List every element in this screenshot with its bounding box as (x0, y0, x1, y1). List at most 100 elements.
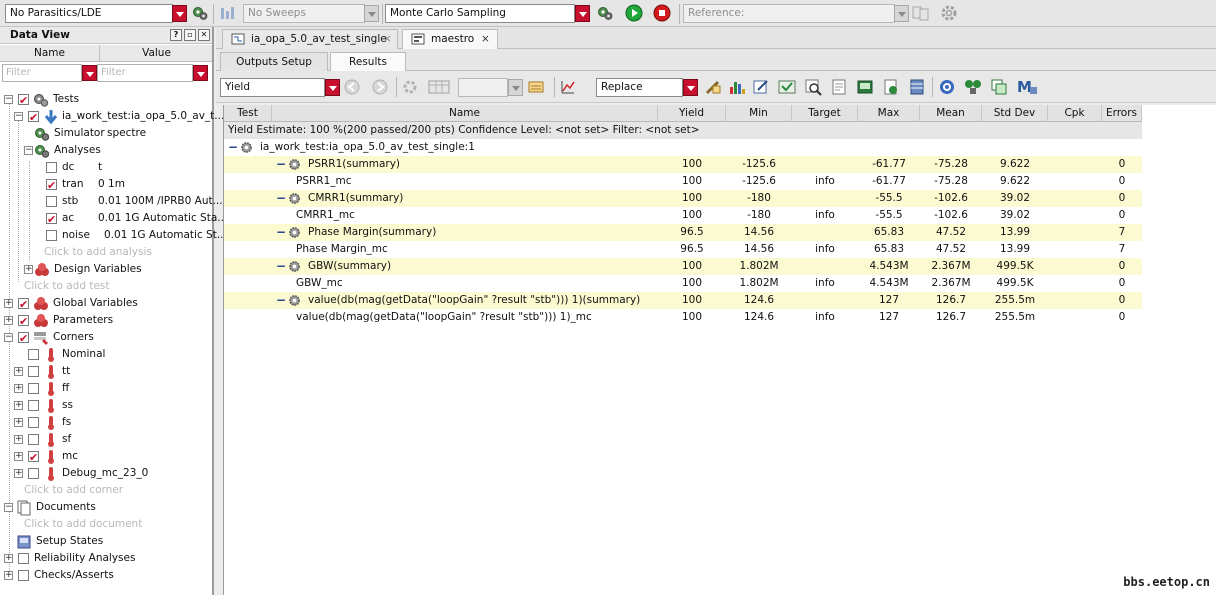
tree-item-simulator[interactable]: Simulator spectre (0, 125, 212, 142)
column-header-target[interactable]: Target (792, 105, 858, 122)
plot-mode-dropdown[interactable] (683, 79, 698, 96)
name-filter-input[interactable]: Filter (2, 64, 82, 82)
tab-schematic[interactable]: ia_opa_5.0_av_test_single × (222, 29, 398, 49)
add-corner-hint[interactable]: Click to add corner (0, 482, 212, 499)
compare-icon[interactable] (912, 5, 930, 21)
detail-row[interactable]: Phase Margin_mc 96.5 14.56 info 65.83 47.52 13… (224, 241, 1142, 258)
test-checkbox[interactable] (28, 109, 39, 126)
float-window-icon[interactable]: ▫ (184, 29, 196, 41)
value-column-header[interactable]: Value (101, 45, 212, 62)
histogram-icon[interactable] (728, 78, 746, 96)
fs-checkbox[interactable] (28, 417, 39, 428)
summary-row[interactable]: − Phase Margin(summary) 96.5 14.56 65.83 47.5… (224, 224, 1142, 241)
tree-item-corner-tt[interactable]: + tt (0, 363, 212, 380)
history-combo[interactable] (458, 78, 508, 97)
report-icon[interactable] (830, 78, 848, 96)
plot-icon[interactable] (560, 79, 576, 95)
tree-item-corner-ff[interactable]: + ff (0, 380, 212, 397)
column-header-name[interactable]: Name (272, 105, 658, 122)
collapse-icon[interactable]: − (276, 224, 286, 241)
detail-row[interactable]: PSRR1_mc 100 -125.6 info -61.77 -75.28 9.622 0 (224, 173, 1142, 190)
tree-item-corner-ss[interactable]: + ss (0, 397, 212, 414)
summary-row[interactable]: − GBW(summary) 100 1.802M 4.543M 2.367M 499.5K… (224, 258, 1142, 275)
tree-item-setup-states[interactable]: Setup States (0, 533, 212, 550)
tree-item-corner-mc[interactable]: + mc (0, 448, 212, 466)
collapse-icon[interactable]: − (276, 190, 286, 207)
add-document-hint[interactable]: Click to add document (0, 516, 212, 533)
back-icon[interactable] (344, 79, 360, 95)
print-icon[interactable] (856, 78, 874, 96)
ac-checkbox[interactable] (46, 211, 57, 228)
tree-item-parameters[interactable]: + Parameters (0, 312, 212, 330)
tree-item-analyses[interactable]: − Analyses (0, 142, 212, 159)
mc-checkbox[interactable] (28, 449, 39, 466)
sweeps-icon[interactable] (219, 5, 235, 21)
sf-checkbox[interactable] (28, 434, 39, 445)
edit-icon[interactable] (752, 78, 770, 96)
name-column-header[interactable]: Name (0, 45, 100, 62)
plot-mode-combo[interactable]: Replace (596, 78, 683, 97)
collapse-icon[interactable]: − (276, 258, 286, 275)
gear-icon[interactable] (402, 79, 418, 95)
summary-row[interactable]: − value(db(mag(getData("loopGain" ?result… (224, 292, 1142, 309)
tab-outputs-setup[interactable]: Outputs Setup (220, 52, 328, 71)
run-simulation-play-icon[interactable] (625, 4, 643, 22)
debug-checkbox[interactable] (28, 468, 39, 479)
tab-results[interactable]: Results (330, 52, 406, 71)
tran-checkbox[interactable] (46, 177, 57, 194)
export-icon[interactable] (882, 78, 900, 96)
noise-checkbox[interactable] (46, 230, 57, 241)
corners-checkbox[interactable] (18, 330, 29, 347)
add-analysis-hint[interactable]: Click to add analysis (0, 244, 212, 261)
ss-checkbox[interactable] (28, 400, 39, 411)
close-tab-icon[interactable]: × (383, 30, 392, 49)
stb-checkbox[interactable] (46, 196, 57, 207)
column-header-errors[interactable]: Errors (1102, 105, 1142, 122)
summary-row[interactable]: − CMRR1(summary) 100 -180 -55.5 -102.6 39.02 0 (224, 190, 1142, 207)
column-header-test[interactable]: Test (224, 105, 272, 122)
value-filter-input[interactable]: Filter (97, 64, 193, 82)
compare-results-icon[interactable] (778, 78, 796, 96)
checks-asserts-checkbox[interactable] (18, 570, 29, 581)
data-icon[interactable] (528, 79, 544, 95)
collapse-icon[interactable]: − (276, 292, 286, 309)
sweeps-dropdown-button[interactable] (364, 5, 379, 22)
table-view-icon[interactable] (428, 79, 450, 95)
tree-item-global-variables[interactable]: + Global Variables (0, 295, 212, 313)
close-tab-icon[interactable]: × (481, 30, 490, 49)
reference-dropdown-button[interactable] (894, 5, 909, 22)
target-icon[interactable] (938, 78, 956, 96)
run-mode-dropdown-button[interactable] (575, 5, 590, 22)
tree-item-corner-sf[interactable]: + sf (0, 431, 212, 448)
copy-icon[interactable] (990, 78, 1008, 96)
stop-simulation-icon[interactable] (653, 4, 671, 22)
column-header-cpk[interactable]: Cpk (1048, 105, 1102, 122)
tree-item-reliability[interactable]: + Reliability Analyses (0, 550, 212, 567)
help-button[interactable]: ? (170, 29, 182, 41)
test-row[interactable]: − ia_work_test:ia_opa_5.0_av_test_single… (224, 139, 1142, 156)
run-mode-combo[interactable]: Monte Carlo Sampling (385, 4, 575, 23)
history-dropdown[interactable] (508, 79, 523, 96)
reference-settings-gear-icon[interactable] (940, 4, 958, 22)
column-header-std-dev[interactable]: Std Dev (982, 105, 1048, 122)
add-test-hint[interactable]: Click to add test (0, 278, 212, 295)
ff-checkbox[interactable] (28, 383, 39, 394)
tree-item-corner-fs[interactable]: + fs (0, 414, 212, 431)
reference-combo[interactable]: Reference: (683, 4, 895, 23)
forward-icon[interactable] (372, 79, 388, 95)
global-variables-checkbox[interactable] (18, 296, 29, 313)
tree-item-analysis-dc[interactable]: dc t (0, 159, 212, 176)
tree-item-corners[interactable]: − Corners (0, 329, 212, 347)
tree-item-test[interactable]: − ia_work_test:ia_opa_5.0_av_t... (0, 108, 224, 126)
tree-item-tests[interactable]: − Tests (0, 91, 212, 109)
parasitics-dropdown-button[interactable] (172, 5, 187, 22)
tree-item-corner-debug[interactable]: + Debug_mc_23_0 (0, 465, 212, 482)
detail-row[interactable]: CMRR1_mc 100 -180 info -55.5 -102.6 39.02 0 (224, 207, 1142, 224)
detail-row[interactable]: GBW_mc 100 1.802M info 4.543M 2.367M 499.5K 0 (224, 275, 1142, 292)
close-icon[interactable]: ✕ (198, 29, 210, 41)
tree-item-analysis-stb[interactable]: stb 0.01 100M /IPRB0 Aut... (0, 193, 223, 210)
annotate-icon[interactable] (704, 78, 722, 96)
parameters-checkbox[interactable] (18, 313, 29, 330)
run-options-gear-icon[interactable] (597, 5, 613, 21)
tree-item-design-variables[interactable]: + Design Variables (0, 261, 212, 278)
